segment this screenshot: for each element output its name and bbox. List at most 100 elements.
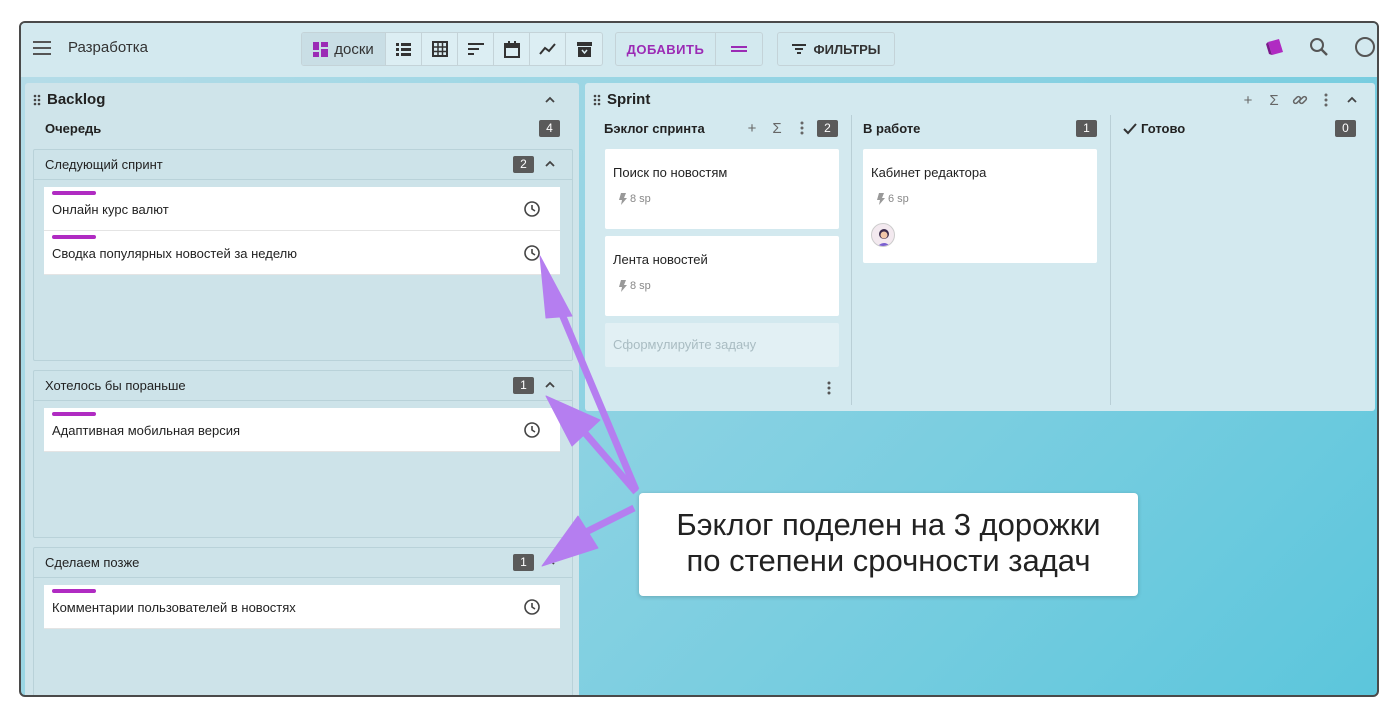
sort-icon: [467, 43, 484, 55]
list-icon: [396, 42, 411, 56]
backlog-panel: Backlog Очередь 4 Следующий спринт 2 Онл…: [25, 83, 579, 695]
view-boards-button[interactable]: доски: [302, 33, 386, 65]
table-icon: [431, 41, 448, 57]
add-options-button[interactable]: [716, 33, 762, 65]
backlog-title: Backlog: [47, 91, 106, 108]
column-more-icon[interactable]: [820, 379, 838, 397]
backlog-card[interactable]: Адаптивная мобильная версия: [44, 408, 560, 452]
priority-bar: [52, 589, 96, 593]
story-points-value: 6 sp: [888, 193, 909, 205]
story-points-value: 8 sp: [630, 193, 651, 205]
priority-bar: [52, 191, 96, 195]
sprint-card[interactable]: Кабинет редактора 6 sp: [863, 149, 1097, 263]
priority-bar: [52, 412, 96, 416]
drag-handle-icon[interactable]: [593, 94, 601, 106]
backlog-card[interactable]: Онлайн курс валют: [44, 187, 560, 231]
new-task-input[interactable]: Сформулируйте задачу: [605, 323, 839, 367]
sprint-card[interactable]: Лента новостей 8 sp: [605, 236, 839, 316]
lane-count: 2: [513, 156, 534, 173]
sprint-panel: Sprint + Σ Бэклог спринта + Σ 2 Поиск по…: [585, 83, 1375, 411]
view-boards-label: доски: [334, 40, 374, 58]
lane-title: Сделаем позже: [45, 555, 140, 570]
filters-label: ФИЛЬТРЫ: [813, 41, 881, 57]
sum-icon[interactable]: Σ: [768, 119, 786, 137]
lane-header[interactable]: Сделаем позже 1: [34, 548, 572, 578]
plus-icon[interactable]: +: [743, 119, 761, 137]
lane-sooner: Хотелось бы пораньше 1 Адаптивная мобиль…: [33, 370, 573, 538]
lane-count: 1: [513, 377, 534, 394]
view-sort-button[interactable]: [458, 33, 494, 65]
view-archive-button[interactable]: [566, 33, 602, 65]
backlog-header: Backlog: [33, 91, 105, 108]
assignee-avatar[interactable]: [871, 223, 895, 247]
calendar-icon: [503, 40, 520, 58]
link-icon[interactable]: [1291, 91, 1309, 109]
sprint-title: Sprint: [607, 91, 651, 108]
backlog-card[interactable]: Сводка популярных новостей за неделю: [44, 231, 560, 275]
view-calendar-button[interactable]: [494, 33, 530, 65]
column-header-done: Готово: [1123, 121, 1185, 136]
column-title: Готово: [1141, 121, 1186, 136]
story-points: 8 sp: [619, 280, 651, 292]
board-title: Разработка: [68, 39, 148, 56]
plus-icon[interactable]: +: [1239, 91, 1257, 109]
collapse-lane-icon[interactable]: [541, 155, 559, 173]
more-vertical-icon[interactable]: [793, 119, 811, 137]
bolt-icon: [619, 280, 627, 292]
clock-icon[interactable]: [523, 598, 541, 616]
lane-count: 1: [513, 554, 534, 571]
queue-count: 4: [539, 120, 560, 137]
collapse-lane-icon[interactable]: [541, 376, 559, 394]
filters-button[interactable]: ФИЛЬТРЫ: [777, 32, 895, 66]
archive-icon: [576, 41, 592, 57]
bolt-icon: [619, 193, 627, 205]
column-title: Бэклог спринта: [604, 121, 705, 136]
callout-line-2: по степени срочности задач: [686, 543, 1091, 578]
card-title: Онлайн курс валют: [52, 202, 169, 217]
collapse-backlog-icon[interactable]: [541, 91, 559, 109]
view-switcher: доски: [301, 32, 603, 66]
lane-header[interactable]: Следующий спринт 2: [34, 150, 572, 180]
add-button[interactable]: ДОБАВИТЬ: [616, 33, 716, 65]
collapse-sprint-icon[interactable]: [1343, 91, 1361, 109]
backlog-card[interactable]: Комментарии пользователей в новостях: [44, 585, 560, 629]
top-right-tools: [1265, 35, 1377, 59]
column-count: 1: [1076, 120, 1097, 137]
hamburger-menu-icon[interactable]: [33, 41, 51, 55]
column-divider: [1110, 115, 1111, 405]
lane-header[interactable]: Хотелось бы пораньше 1: [34, 371, 572, 401]
annotation-callout: Бэклог поделен на 3 дорожки по степени с…: [639, 493, 1138, 596]
column-count: 2: [817, 120, 838, 137]
story-points: 8 sp: [619, 193, 651, 205]
new-task-placeholder: Сформулируйте задачу: [613, 337, 757, 352]
card-title: Адаптивная мобильная версия: [52, 423, 241, 438]
drag-handle-icon[interactable]: [33, 94, 41, 106]
sprint-card[interactable]: Поиск по новостям 8 sp: [605, 149, 839, 229]
lane-later: Сделаем позже 1 Комментарии пользователе…: [33, 547, 573, 695]
check-icon: [1123, 122, 1137, 134]
card-title: Кабинет редактора: [871, 165, 987, 180]
clock-icon[interactable]: [523, 200, 541, 218]
dashboard-icon: [313, 41, 329, 57]
view-list-button[interactable]: [386, 33, 422, 65]
card-title: Лента новостей: [613, 252, 708, 267]
add-button-group: ДОБАВИТЬ: [615, 32, 763, 66]
help-icon[interactable]: [1353, 35, 1377, 59]
sum-icon[interactable]: Σ: [1265, 91, 1283, 109]
search-icon[interactable]: [1307, 35, 1331, 59]
card-title: Комментарии пользователей в новостях: [52, 600, 296, 615]
view-table-button[interactable]: [422, 33, 458, 65]
clock-icon[interactable]: [523, 421, 541, 439]
more-vertical-icon[interactable]: [1317, 91, 1335, 109]
collapse-lane-icon[interactable]: [541, 553, 559, 571]
priority-bar: [52, 235, 96, 239]
lane-title: Хотелось бы пораньше: [45, 378, 186, 393]
equals-icon: [731, 46, 747, 48]
bolt-icon: [877, 193, 885, 205]
sprint-tools: + Σ: [1239, 91, 1361, 109]
column-divider: [851, 115, 852, 405]
column-count: 0: [1335, 120, 1356, 137]
clock-icon[interactable]: [523, 244, 541, 262]
lane-title: Следующий спринт: [45, 157, 163, 172]
view-chart-button[interactable]: [530, 33, 566, 65]
